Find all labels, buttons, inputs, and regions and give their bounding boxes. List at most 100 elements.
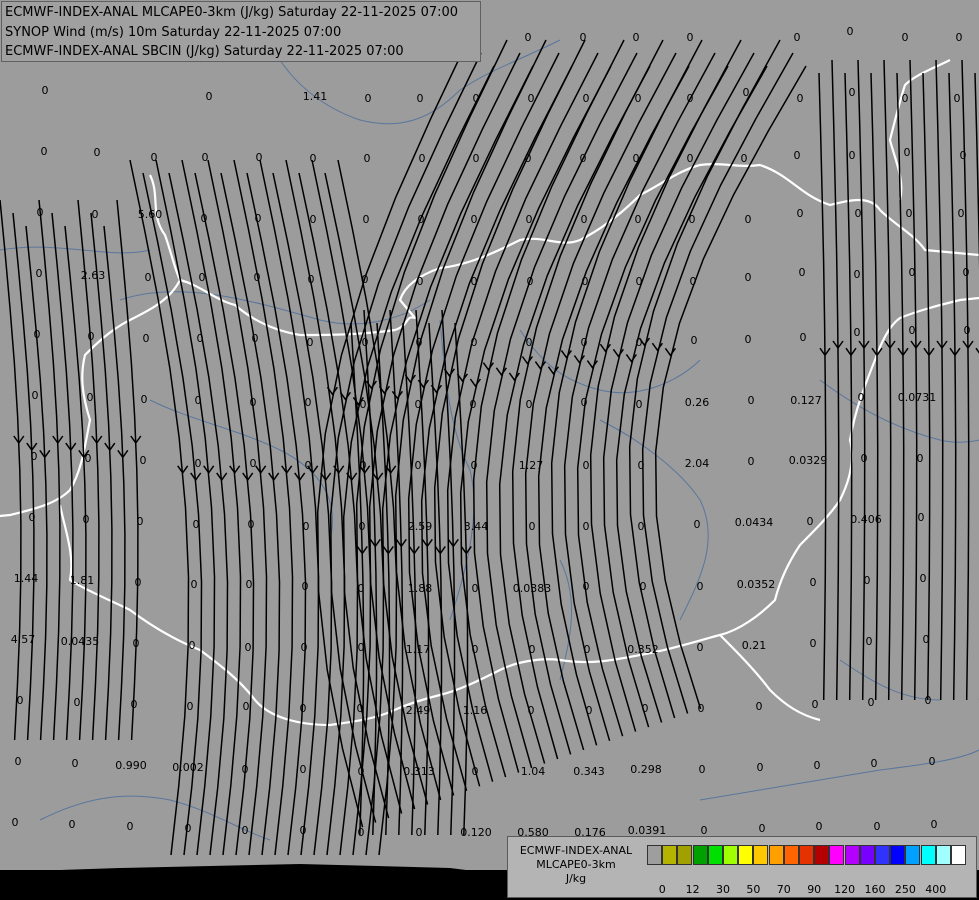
sbcin-value-label: 0 (849, 86, 856, 99)
sbcin-value-label: 0.0435 (61, 635, 100, 648)
sbcin-value-label: 0 (72, 757, 79, 770)
sbcin-value-label: 0 (185, 822, 192, 835)
legend-swatch (677, 845, 693, 865)
sbcin-value-label: 0 (15, 755, 22, 768)
sbcin-value-label: 0 (305, 459, 312, 472)
sbcin-value-label: 0.0731 (898, 391, 937, 404)
sbcin-value-label: 0 (359, 520, 366, 533)
sbcin-value-label: 0 (640, 580, 647, 593)
sbcin-value-label: 0 (415, 459, 422, 472)
sbcin-value-label: 0 (201, 212, 208, 225)
sbcin-value-label: 0 (362, 273, 369, 286)
sbcin-value-label: 0 (810, 576, 817, 589)
sbcin-value-label: 0 (814, 759, 821, 772)
sbcin-value-label: 0 (694, 518, 701, 531)
sbcin-value-label: 0 (193, 518, 200, 531)
sbcin-value-label: 0 (794, 31, 801, 44)
sbcin-value-label: 0 (902, 92, 909, 105)
sbcin-value-label: 0 (958, 207, 965, 220)
legend-swatch (859, 845, 875, 865)
legend-swatch (951, 845, 966, 865)
sbcin-value-label: 0 (528, 92, 535, 105)
sbcin-value-label: 0 (252, 332, 259, 345)
legend-tick-label: 160 (864, 883, 886, 896)
sbcin-value-label: 0 (416, 336, 423, 349)
sbcin-value-label: 1.17 (406, 643, 431, 656)
sbcin-value-label: 0 (697, 641, 704, 654)
sbcin-value-label: 1.04 (521, 765, 546, 778)
sbcin-value-label: 0 (635, 92, 642, 105)
sbcin-value-label: 0 (581, 336, 588, 349)
sbcin-value-label: 0 (963, 266, 970, 279)
legend-tick-label: 250 (894, 883, 916, 896)
sbcin-value-label: 0 (797, 207, 804, 220)
sbcin-value-label: 0 (202, 151, 209, 164)
sbcin-value-label: 0 (757, 761, 764, 774)
sbcin-value-label: 0 (810, 637, 817, 650)
sbcin-value-label: 0 (363, 213, 370, 226)
sbcin-value-label: 0 (417, 92, 424, 105)
sbcin-value-label: 0 (909, 324, 916, 337)
sbcin-value-label: 0 (874, 820, 881, 833)
legend-title-model: ECMWF-INDEX-ANAL (519, 844, 633, 857)
legend-swatch (875, 845, 890, 865)
legend-swatch (647, 845, 662, 865)
sbcin-value-label: 0 (638, 520, 645, 533)
sbcin-value-label: 1.41 (303, 90, 328, 103)
sbcin-value-label: 0 (135, 576, 142, 589)
legend-swatch (707, 845, 723, 865)
legend-swatch (814, 845, 830, 865)
sbcin-value-label: 0 (925, 694, 932, 707)
sbcin-value-label: 0 (307, 336, 314, 349)
legend-tick-label: 120 (834, 883, 856, 896)
sbcin-value-label: 0 (94, 146, 101, 159)
sbcin-value-label: 0 (902, 31, 909, 44)
sbcin-value-label: 0 (748, 455, 755, 468)
sbcin-value-label: 0.0329 (789, 454, 828, 467)
sbcin-value-label: 0 (242, 763, 249, 776)
sbcin-value-label: 0.343 (573, 765, 605, 778)
sbcin-value-label: 0 (687, 92, 694, 105)
sbcin-value-label: 0 (254, 271, 261, 284)
sbcin-value-label: 3.44 (464, 520, 489, 533)
sbcin-value-label: 0 (415, 398, 422, 411)
sbcin-value-label: 0 (310, 213, 317, 226)
sbcin-value-label: 1.88 (408, 582, 433, 595)
sbcin-value-label: 0 (418, 213, 425, 226)
sbcin-value-label: 0 (36, 267, 43, 280)
sbcin-value-label: 0 (189, 639, 196, 652)
sbcin-value-label: 0 (472, 765, 479, 778)
sbcin-value-label: 0 (866, 635, 873, 648)
sbcin-value-label: 0 (917, 452, 924, 465)
sbcin-value-label: 0 (525, 152, 532, 165)
sbcin-value-label: 0 (32, 389, 39, 402)
sbcin-value-label: 0 (690, 275, 697, 288)
sbcin-value-label: 0 (473, 92, 480, 105)
sbcin-value-label: 0 (42, 84, 49, 97)
sbcin-value-label: 0 (529, 520, 536, 533)
sbcin-value-label: 0 (918, 511, 925, 524)
sbcin-value-label: 0 (956, 31, 963, 44)
sbcin-value-label: 0 (583, 92, 590, 105)
sbcin-value-label: 0.26 (685, 396, 710, 409)
sbcin-value-label: 0 (816, 820, 823, 833)
header-line-synop-wind: SYNOP Wind (m/s) 10m Saturday 22-11-2025… (5, 24, 342, 40)
sbcin-value-label: 0 (29, 511, 36, 524)
legend-swatch (738, 845, 754, 865)
sbcin-value-label: 0 (248, 518, 255, 531)
sbcin-value-label: 0 (807, 515, 814, 528)
color-legend: ECMWF-INDEX-ANAL MLCAPE0-3km J/kg 0 12 30 5… (507, 836, 977, 898)
sbcin-value-label: 0 (471, 336, 478, 349)
legend-title-unit: J/kg (565, 872, 587, 885)
sbcin-value-label: 0 (964, 324, 971, 337)
legend-swatch (768, 845, 784, 865)
sbcin-value-label: 0 (847, 25, 854, 38)
sbcin-value-label: 0 (923, 633, 930, 646)
sbcin-value-label: 0 (638, 459, 645, 472)
sbcin-value-label: 0 (854, 268, 861, 281)
sbcin-value-label: 0 (633, 31, 640, 44)
legend-title-param: MLCAPE0-3km (536, 858, 616, 871)
sbcin-value-label: 0 (582, 275, 589, 288)
legend-swatch (935, 845, 951, 865)
sbcin-value-label: 0 (69, 818, 76, 831)
